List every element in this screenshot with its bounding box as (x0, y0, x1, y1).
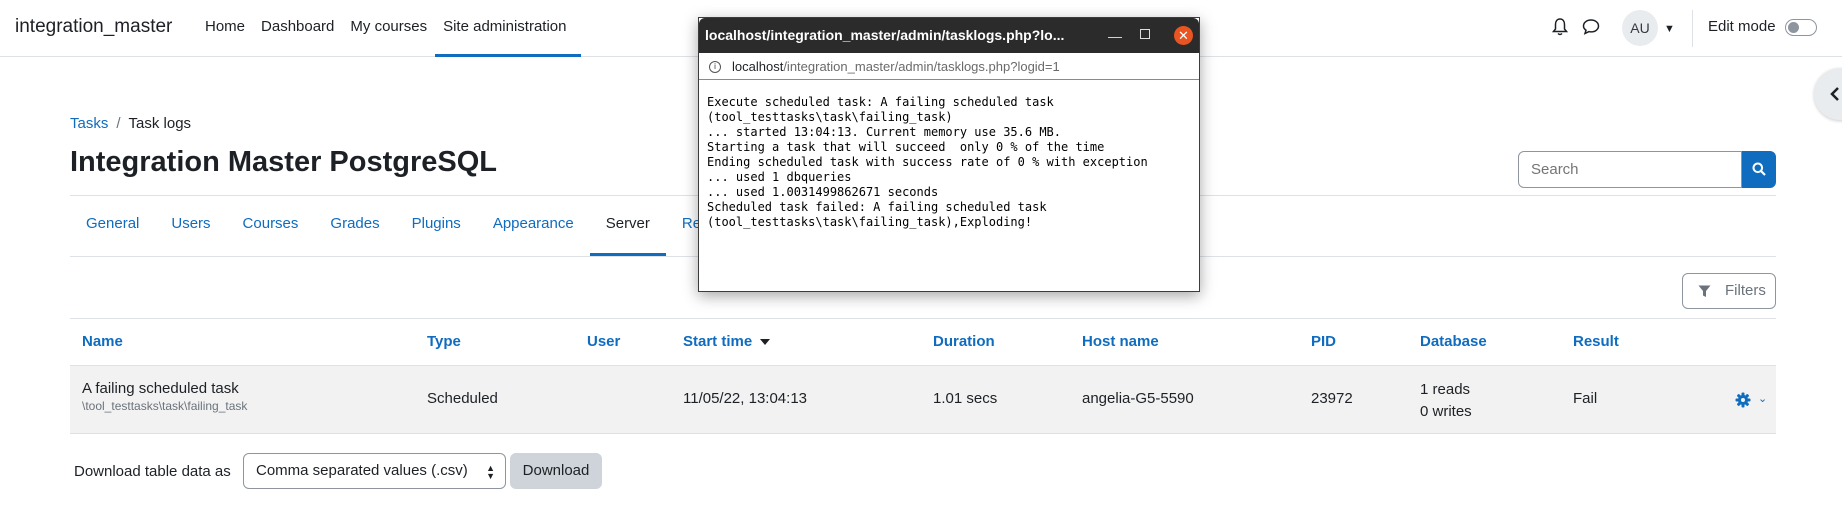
breadcrumb-tasks[interactable]: Tasks (70, 115, 108, 132)
column-header-host-name[interactable]: Host name (1082, 333, 1159, 350)
task-type: Scheduled (427, 390, 498, 407)
secondary-navigation: General Users Courses Grades Plugins App… (70, 196, 717, 256)
close-icon[interactable]: ✕ (1174, 26, 1193, 45)
table-row: A failing scheduled task \tool_testtasks… (70, 366, 1776, 434)
tab-courses[interactable]: Courses (227, 196, 315, 256)
popup-url-bar: i localhost/integration_master/admin/tas… (699, 53, 1199, 80)
download-label: Download table data as (74, 463, 231, 480)
start-time-header-label: Start time (683, 333, 753, 350)
primary-navigation: Home Dashboard My courses Site administr… (197, 0, 581, 57)
filters-button[interactable]: Filters (1682, 273, 1776, 309)
tab-server[interactable]: Server (589, 196, 666, 256)
tab-grades[interactable]: Grades (314, 196, 395, 256)
search-icon (1752, 162, 1766, 176)
gear-icon[interactable] (1735, 392, 1751, 408)
nav-dashboard[interactable]: Dashboard (253, 0, 342, 57)
column-header-database[interactable]: Database (1420, 333, 1487, 350)
column-header-pid[interactable]: PID (1311, 333, 1336, 350)
task-log-output: Execute scheduled task: A failing schedu… (707, 95, 1148, 229)
column-header-duration[interactable]: Duration (933, 333, 995, 350)
toggle-knob (1788, 22, 1799, 33)
popup-url: localhost/integration_master/admin/taskl… (732, 59, 1060, 74)
task-name: A failing scheduled task (82, 380, 239, 397)
url-host: localhost (732, 59, 784, 74)
tab-plugins[interactable]: Plugins (396, 196, 477, 256)
nav-my-courses[interactable]: My courses (342, 0, 435, 57)
site-brand[interactable]: integration_master (15, 16, 172, 38)
filter-icon (1698, 285, 1711, 297)
nav-home[interactable]: Home (197, 0, 253, 57)
column-header-type[interactable]: Type (427, 333, 461, 350)
task-duration: 1.01 secs (933, 390, 998, 407)
column-header-user[interactable]: User (587, 333, 620, 350)
maximize-icon[interactable] (1140, 29, 1150, 39)
breadcrumb-separator: / (116, 115, 121, 132)
db-reads: 1 reads (1420, 381, 1471, 398)
breadcrumb: Tasks / Task logs (70, 115, 191, 132)
chevron-left-icon (1830, 87, 1839, 101)
task-pid: 23972 (1311, 390, 1353, 407)
popup-title: localhost/integration_master/admin/taskl… (705, 27, 1065, 43)
actions-chevron-down-icon[interactable]: ⌄ (1758, 392, 1767, 405)
user-menu-chevron-down-icon[interactable]: ▼ (1664, 23, 1675, 35)
admin-search-input[interactable] (1518, 151, 1742, 188)
filters-label: Filters (1725, 282, 1766, 299)
task-logs-table: Name Type User Start time Duration Host … (70, 318, 1776, 434)
task-name-cell: A failing scheduled task \tool_testtasks… (82, 380, 247, 414)
sort-descending-icon (760, 339, 771, 346)
edit-mode-toggle[interactable] (1785, 19, 1817, 36)
download-button[interactable]: Download (510, 453, 602, 489)
column-header-result[interactable]: Result (1573, 333, 1619, 350)
select-arrows-icon: ▲ ▼ (486, 463, 495, 481)
search-button[interactable] (1742, 151, 1776, 188)
task-start-time: 11/05/22, 13:04:13 (683, 390, 807, 407)
url-path: /integration_master/admin/tasklogs.php?l… (783, 59, 1060, 74)
nav-site-administration[interactable]: Site administration (435, 0, 581, 57)
download-format-value: Comma separated values (.csv) (256, 462, 468, 479)
task-classname: \tool_testtasks\task\failing_task (82, 399, 248, 413)
open-drawer-button[interactable] (1814, 68, 1842, 120)
task-log-popup-window: localhost/integration_master/admin/taskl… (698, 17, 1200, 292)
info-icon[interactable]: i (709, 61, 721, 73)
db-writes: 0 writes (1420, 403, 1472, 420)
tab-appearance[interactable]: Appearance (477, 196, 590, 256)
column-header-start-time[interactable]: Start time (683, 333, 771, 350)
notification-bell-icon[interactable] (1552, 18, 1568, 36)
popup-titlebar[interactable]: localhost/integration_master/admin/taskl… (699, 18, 1199, 53)
table-header: Name Type User Start time Duration Host … (70, 318, 1776, 366)
column-header-name[interactable]: Name (82, 333, 123, 350)
breadcrumb-task-logs: Task logs (128, 115, 192, 132)
minimize-icon[interactable]: — (1108, 28, 1122, 44)
navbar-divider (1692, 10, 1693, 47)
tab-general[interactable]: General (70, 196, 155, 256)
page-title: Integration Master PostgreSQL (70, 146, 498, 178)
messages-icon[interactable] (1582, 18, 1600, 35)
task-database: 1 reads 0 writes (1420, 379, 1472, 423)
download-format-select[interactable]: Comma separated values (.csv) ▲ ▼ (243, 453, 506, 489)
task-result: Fail (1573, 390, 1598, 407)
task-host-name: angelia-G5-5590 (1082, 390, 1194, 407)
user-avatar[interactable]: AU (1622, 10, 1658, 46)
tab-users[interactable]: Users (155, 196, 226, 256)
edit-mode-label: Edit mode (1708, 18, 1776, 35)
